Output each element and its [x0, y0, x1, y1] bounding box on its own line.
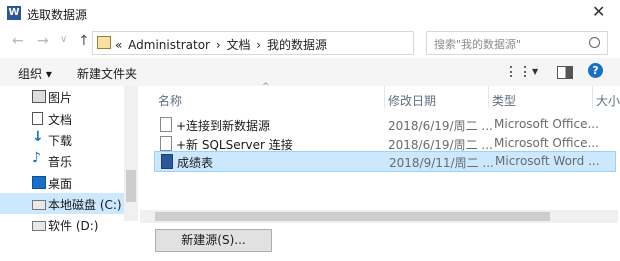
sidebar-item-desktop[interactable]: 桌面 [0, 172, 124, 193]
view-dropdown-icon[interactable]: ▼ [532, 67, 538, 76]
search-placeholder: 搜索"我的数据源" [434, 38, 522, 51]
breadcrumb-item[interactable]: 文档 [226, 38, 250, 52]
breadcrumb-separator[interactable]: › [256, 38, 261, 52]
sidebar-item-software-d[interactable]: 软件 (D:) [0, 214, 124, 235]
search-input[interactable]: 搜索"我的数据源" [426, 31, 608, 55]
search-icon [589, 37, 600, 48]
breadcrumb-item[interactable]: Administrator [128, 38, 210, 52]
preview-pane-icon[interactable] [557, 66, 573, 79]
sidebar-item-music[interactable]: ♪ 音乐 [0, 150, 124, 171]
download-icon: ↓ [32, 129, 44, 145]
toolbar: 组织 ▾ 新建文件夹 ▼ ? [0, 58, 620, 86]
sidebar-item-downloads[interactable]: ↓ 下载 [0, 129, 124, 150]
sidebar-item-documents[interactable]: 文档 [0, 108, 124, 129]
file-icon [160, 136, 172, 151]
column-divider [488, 86, 489, 108]
column-header-type[interactable]: 类型 [492, 92, 516, 109]
word-document-icon [161, 154, 173, 169]
sidebar-item-local-disk-c[interactable]: 本地磁盘 (C:) [0, 193, 124, 214]
recent-locations-icon[interactable]: ∨ [60, 34, 67, 45]
window-title: 选取数据源 [27, 8, 88, 22]
column-header-date[interactable]: 修改日期 [388, 92, 436, 109]
file-icon [160, 117, 172, 132]
drive-icon [32, 200, 46, 210]
up-icon[interactable]: ↑ [78, 33, 90, 49]
file-row-selected[interactable]: 成绩表 2018/9/11/周二 ... Microsoft Word ... [154, 151, 616, 172]
view-options-icon[interactable] [510, 66, 526, 77]
word-app-icon: W [7, 6, 21, 20]
close-button[interactable]: ✕ [592, 2, 605, 21]
column-header-size[interactable]: 大小 [596, 92, 620, 109]
navigation-pane: 图片 文档 ↓ 下载 ♪ 音乐 桌面 本地磁盘 (C:) 软件 (D:) [0, 86, 140, 261]
folder-path-icon [97, 36, 111, 49]
address-bar[interactable]: « Administrator › 文档 › 我的数据源 [92, 31, 414, 55]
new-source-button[interactable]: 新建源(S)... [155, 229, 272, 252]
new-folder-button[interactable]: 新建文件夹 [77, 65, 137, 82]
music-icon: ♪ [32, 150, 41, 166]
breadcrumb-separator[interactable]: › [216, 38, 221, 52]
forward-icon[interactable]: → [37, 33, 49, 49]
organize-button[interactable]: 组织 ▾ [18, 65, 52, 82]
help-icon[interactable]: ? [588, 63, 603, 78]
pictures-icon [32, 90, 46, 103]
sort-arrow-icon: ^ [262, 82, 270, 92]
back-icon[interactable]: ← [12, 33, 24, 49]
breadcrumb-item[interactable]: 我的数据源 [267, 38, 327, 52]
horizontal-scrollbar-thumb[interactable] [155, 212, 550, 221]
breadcrumb: « Administrator › 文档 › 我的数据源 [115, 38, 327, 52]
column-header-name[interactable]: 名称 [158, 92, 182, 109]
sidebar-scrollbar-thumb[interactable] [126, 170, 136, 202]
title-bar: W 选取数据源 ✕ [0, 0, 620, 28]
desktop-icon [32, 176, 46, 189]
documents-icon [32, 112, 43, 125]
column-divider [384, 86, 385, 108]
file-row[interactable]: +连接到新数据源 2018/6/19/周二 ... Microsoft Offi… [154, 115, 614, 134]
column-divider [592, 86, 593, 108]
drive-icon [32, 221, 46, 231]
sidebar-item-pictures[interactable]: 图片 [0, 86, 124, 107]
navigation-bar: ← → ∨ ↑ « Administrator › 文档 › 我的数据源 搜索"… [0, 28, 620, 58]
